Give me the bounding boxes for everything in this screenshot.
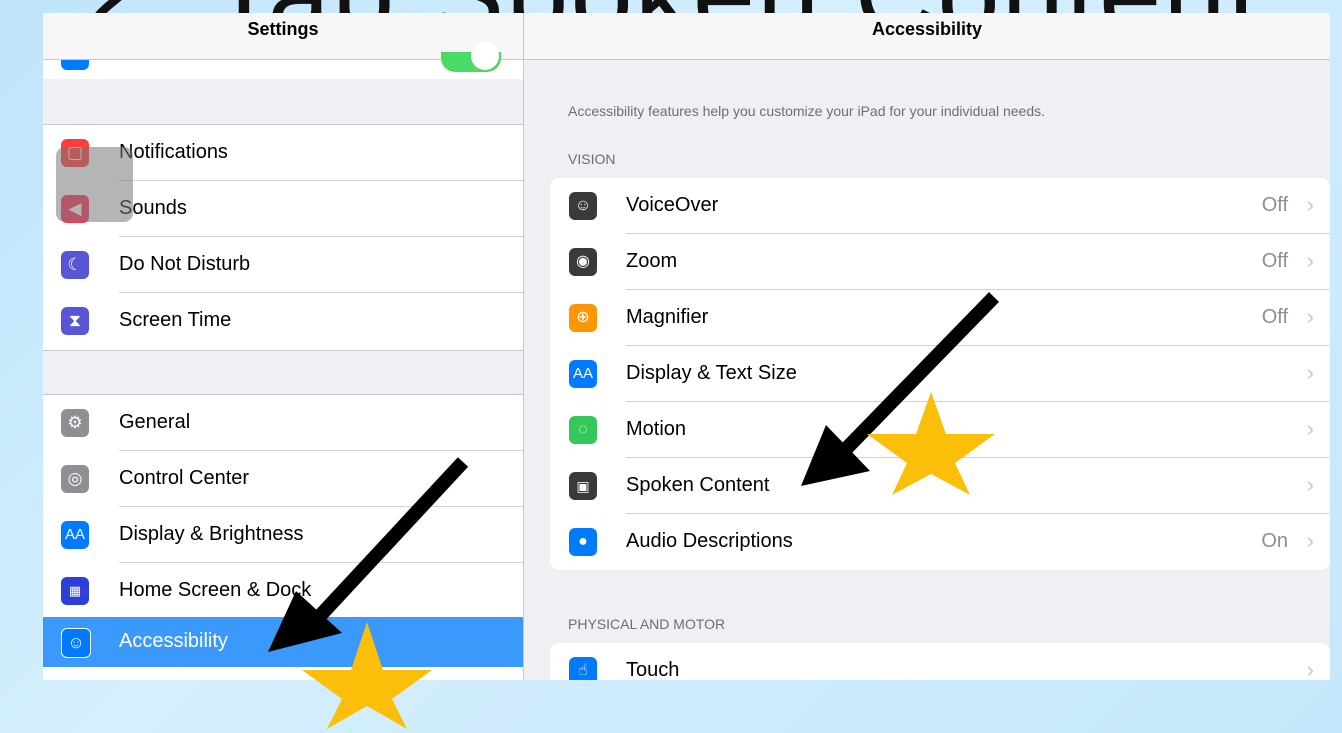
chevron-right-icon: › xyxy=(1306,472,1314,497)
physical-motor-card: ☝ Touch › xyxy=(550,643,1330,680)
toggle-switch[interactable] xyxy=(441,42,501,72)
sidebar-item-label: Notifications xyxy=(119,141,228,163)
sidebar-item-general[interactable]: ⚙ General xyxy=(43,395,523,451)
sidebar-item-accessibility[interactable]: ☺ Accessibility xyxy=(43,617,523,667)
settings-title: Settings xyxy=(247,19,319,39)
text-size-icon: AA xyxy=(569,360,597,388)
accessibility-title: Accessibility xyxy=(871,19,983,39)
zoom-row[interactable]: ◉ Zoom Off › xyxy=(550,234,1330,290)
row-label: Audio Descriptions xyxy=(626,530,793,552)
row-value: Off xyxy=(1261,250,1288,272)
touch-hand-icon: ☝ xyxy=(569,657,597,680)
chevron-right-icon: › xyxy=(1306,248,1314,273)
row-label: Zoom xyxy=(626,250,678,272)
sidebar-item-label: Accessibility xyxy=(119,630,228,652)
sidebar-item-label: Control Center xyxy=(119,467,250,489)
chevron-right-icon: › xyxy=(1306,360,1314,385)
assistive-touch-button[interactable] xyxy=(56,147,133,222)
sidebar-item-screen-time[interactable]: ⧗ Screen Time xyxy=(43,293,523,349)
magnifier-icon: ⊕ xyxy=(569,304,597,332)
spoken-content-row[interactable]: ▣ Spoken Content › xyxy=(550,458,1330,514)
sidebar-item-label: General xyxy=(119,411,191,433)
row-label: VoiceOver xyxy=(626,194,719,216)
toggles-icon: ◎ xyxy=(61,465,89,493)
sidebar-item-do-not-disturb[interactable]: ☾ Do Not Disturb xyxy=(43,237,523,293)
motion-row[interactable]: ◌ Motion › xyxy=(550,402,1330,458)
hourglass-icon: ⧗ xyxy=(61,307,89,335)
gear-icon: ⚙ xyxy=(61,409,89,437)
voiceover-row[interactable]: ☺ VoiceOver Off › xyxy=(550,178,1330,234)
home-grid-icon: ▦ xyxy=(61,577,89,605)
row-label: Motion xyxy=(626,418,687,440)
row-label: Display & Text Size xyxy=(626,362,797,384)
accessibility-nav-bar: Accessibility xyxy=(524,13,1330,60)
text-size-icon: AA xyxy=(61,521,89,549)
audio-descriptions-icon: ● xyxy=(569,528,597,556)
ipad-screen: Settings ▢ Notifications ◀ Sounds ☾ Do N… xyxy=(43,13,1330,680)
row-value: Off xyxy=(1261,306,1288,328)
physical-motor-section-header: PHYSICAL AND MOTOR xyxy=(568,616,726,632)
sidebar-item-control-center[interactable]: ◎ Control Center xyxy=(43,451,523,507)
vision-card: ☺ VoiceOver Off › ◉ Zoom Off › ⊕ Magnifi… xyxy=(550,178,1330,570)
settings-pane: Settings ▢ Notifications ◀ Sounds ☾ Do N… xyxy=(43,13,524,680)
row-value: Off xyxy=(1261,194,1288,216)
sidebar-item-label: Display & Brightness xyxy=(119,523,304,545)
partial-row-icon xyxy=(61,60,89,70)
sidebar-item-display-brightness[interactable]: AA Display & Brightness xyxy=(43,507,523,563)
display-text-size-row[interactable]: AA Display & Text Size › xyxy=(550,346,1330,402)
zoom-icon: ◉ xyxy=(569,248,597,276)
accessibility-description: Accessibility features help you customiz… xyxy=(568,103,1046,119)
sidebar-item-label: Screen Time xyxy=(119,309,232,331)
chevron-right-icon: › xyxy=(1306,304,1314,329)
chevron-right-icon: › xyxy=(1306,416,1314,441)
chevron-right-icon: › xyxy=(1306,192,1314,217)
settings-group-2: ⚙ General ◎ Control Center AA Display & … xyxy=(43,394,523,680)
chevron-right-icon: › xyxy=(1306,528,1314,553)
magnifier-row[interactable]: ⊕ Magnifier Off › xyxy=(550,290,1330,346)
motion-icon: ◌ xyxy=(569,416,597,444)
accessibility-pane: Accessibility Accessibility features hel… xyxy=(524,13,1330,680)
row-value: On xyxy=(1261,530,1288,552)
sidebar-item-label: Do Not Disturb xyxy=(119,253,251,275)
speech-bubble-icon: ▣ xyxy=(569,472,597,500)
row-label: Spoken Content xyxy=(626,474,770,496)
touch-row[interactable]: ☝ Touch › xyxy=(550,643,1330,680)
row-label: Touch xyxy=(626,659,680,680)
audio-descriptions-row[interactable]: ● Audio Descriptions On › xyxy=(550,514,1330,570)
settings-top-row-partial[interactable] xyxy=(43,42,523,79)
moon-icon: ☾ xyxy=(61,251,89,279)
accessibility-icon: ☺ xyxy=(61,628,91,658)
sidebar-item-home-screen-dock[interactable]: ▦ Home Screen & Dock xyxy=(43,563,523,619)
sidebar-item-label: Home Screen & Dock xyxy=(119,579,312,601)
chevron-right-icon: › xyxy=(1306,657,1314,680)
voiceover-icon: ☺ xyxy=(569,192,597,220)
vision-section-header: VISION xyxy=(568,151,616,167)
row-label: Magnifier xyxy=(626,306,709,328)
